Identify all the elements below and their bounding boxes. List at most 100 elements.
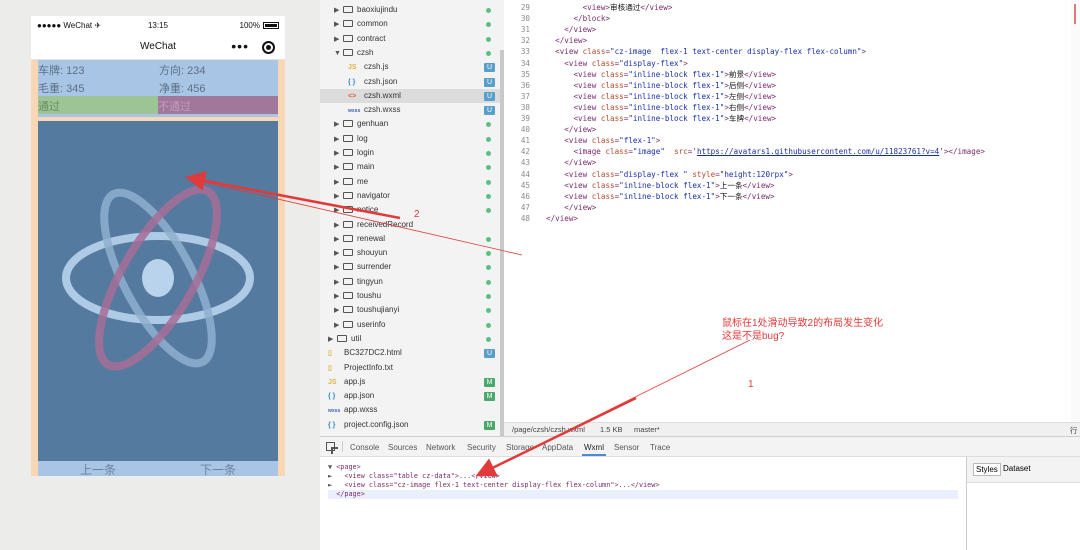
file-tree-item[interactable]: ▶ genhuan	[334, 117, 492, 131]
file-tree-item[interactable]: ▶ notice	[334, 203, 492, 217]
tab-security[interactable]: Security	[467, 443, 496, 452]
code-token: <view	[555, 47, 583, 57]
file-tree-item[interactable]: ▶ me	[334, 175, 492, 189]
table-row: 毛重: 345 净重: 456	[38, 78, 278, 96]
file-tree-item[interactable]: { } app.json	[328, 389, 492, 403]
expand-down-icon[interactable]: ▼	[328, 463, 336, 471]
code-editor[interactable]: 29 <view>审核通过</view> 30 </block> 31 </view…	[504, 0, 1080, 422]
dom-node[interactable]: ► <view class="table cz-data">...</view>	[328, 472, 500, 481]
file-tree-item[interactable]: JS czsh.js	[348, 60, 492, 74]
code-token: 上一条	[719, 180, 743, 190]
file-tree-item[interactable]: ▶ contract	[334, 32, 492, 46]
next-record-button[interactable]: 下一条	[158, 461, 278, 476]
file-tree-label: ProjectInfo.txt	[344, 362, 393, 372]
dom-node[interactable]: ► <view class="cz-image flex-1 text-cent…	[328, 481, 659, 490]
more-menu-icon[interactable]: •••	[231, 38, 249, 54]
tab-appdata[interactable]: AppData	[542, 443, 573, 452]
chevron-right-icon[interactable]: ▶	[334, 4, 343, 18]
folder-icon	[343, 48, 353, 56]
file-tree-item[interactable]: ▶ util	[328, 332, 492, 346]
tab-console[interactable]: Console	[350, 443, 379, 452]
chevron-right-icon[interactable]: ▶	[334, 247, 343, 261]
code-line: 37 <view class="inline-block flex-1">左侧<…	[504, 91, 776, 102]
chevron-right-icon[interactable]: ▶	[334, 161, 343, 175]
tab-trace[interactable]: Trace	[650, 443, 670, 452]
code-token: "inline-block flex-1"	[628, 91, 725, 101]
pass-button[interactable]: 通过	[38, 96, 158, 114]
tab-storage[interactable]: Storage	[506, 443, 534, 452]
file-tree-label: czsh.json	[364, 76, 398, 86]
file-tree-label: app.js	[344, 376, 366, 386]
file-tree-item[interactable]: wxss app.wxss	[328, 403, 492, 417]
dom-node[interactable]: </page>	[328, 490, 958, 499]
file-tree-item[interactable]: ▶ tingyun	[334, 275, 492, 289]
file-tree-item[interactable]: ▶ main	[334, 160, 492, 174]
close-capsule-icon[interactable]	[262, 41, 275, 54]
file-tree-item[interactable]: ▶ receivedRecord	[334, 218, 492, 232]
tab-network[interactable]: Network	[426, 443, 455, 452]
file-tree-item[interactable]: { } project.config.json	[328, 418, 492, 432]
dom-node-text: <view class="cz-image flex-1 text-center…	[336, 481, 660, 489]
file-tree-item[interactable]: ▼ czsh	[334, 46, 492, 60]
reject-button[interactable]: 不通过	[158, 96, 278, 114]
file-tree-item[interactable]: JS app.js	[328, 375, 492, 389]
page-content: 车牌: 123 方向: 234 毛重: 345 净重: 456 通过 不通过 上…	[31, 60, 285, 476]
cz-image-area[interactable]	[38, 121, 278, 461]
chevron-right-icon[interactable]: ▶	[334, 261, 343, 275]
file-tree-item[interactable]: ▶ baoxiujindu	[334, 3, 492, 17]
chevron-right-icon[interactable]: ▶	[334, 290, 343, 304]
tab-dataset[interactable]: Dataset	[1001, 463, 1033, 474]
file-tree-item[interactable]: ▶ shouyun	[334, 246, 492, 260]
chevron-right-icon[interactable]: ▶	[334, 190, 343, 204]
chevron-right-icon[interactable]: ▶	[334, 276, 343, 290]
chevron-right-icon[interactable]: ▶	[334, 147, 343, 161]
chevron-right-icon[interactable]: ▶	[334, 176, 343, 190]
tab-styles[interactable]: Styles	[973, 463, 1001, 476]
tab-sources[interactable]: Sources	[388, 443, 417, 452]
file-tree-item[interactable]: wxss czsh.wxss	[348, 103, 492, 117]
tab-sensor[interactable]: Sensor	[614, 443, 639, 452]
expand-right-icon[interactable]: ►	[328, 481, 336, 489]
git-branch[interactable]: master*	[634, 425, 660, 434]
chevron-right-icon[interactable]: ▶	[334, 319, 343, 333]
direction-cell: 方向: 234	[159, 65, 206, 77]
editor-scrollbar[interactable]	[1071, 0, 1080, 422]
file-tree-item[interactable]: ▶ renewal	[334, 232, 492, 246]
chevron-right-icon[interactable]: ▶	[334, 18, 343, 32]
chevron-right-icon[interactable]: ▶	[334, 133, 343, 147]
dom-node[interactable]: ▼ <page>	[328, 463, 361, 472]
line-number: 31	[520, 25, 530, 35]
chevron-right-icon[interactable]: ▶	[334, 118, 343, 132]
file-tree-item[interactable]: ▯ BC327DC2.html	[328, 346, 492, 360]
file-tree-item[interactable]: ▶ surrender	[334, 260, 492, 274]
inspect-element-icon[interactable]	[326, 442, 338, 454]
file-tree-item[interactable]: { } czsh.json	[348, 75, 492, 89]
chevron-right-icon[interactable]: ▶	[334, 204, 343, 218]
file-tree-item[interactable]: ▶ userinfo	[334, 318, 492, 332]
chevron-right-icon[interactable]: ▶	[334, 233, 343, 247]
prev-record-button[interactable]: 上一条	[38, 461, 158, 476]
file-tree-item[interactable]: ▶ log	[334, 132, 492, 146]
file-tree-item[interactable]: ▶ toushu	[334, 289, 492, 303]
file-tree-item[interactable]: <> czsh.wxml	[320, 88, 500, 103]
code-token: >	[788, 169, 793, 179]
chevron-down-icon[interactable]: ▼	[334, 47, 343, 61]
file-tree-item[interactable]: ▶ navigator	[334, 189, 492, 203]
tab-wxml[interactable]: Wxml	[582, 443, 606, 456]
chevron-right-icon[interactable]: ▶	[334, 33, 343, 47]
chevron-right-icon[interactable]: ▶	[334, 304, 343, 318]
file-tree-label: czsh	[357, 47, 374, 57]
file-tree-label: surrender	[357, 262, 392, 272]
code-line: 46 <view class="inline-block flex-1">下一条…	[504, 191, 775, 202]
expand-right-icon[interactable]: ►	[328, 472, 336, 480]
code-token: class	[591, 58, 615, 68]
file-tree-item[interactable]: ▯ ProjectInfo.txt	[328, 361, 492, 375]
react-logo-image	[62, 185, 254, 371]
chevron-right-icon[interactable]: ▶	[328, 333, 337, 347]
file-tree-item[interactable]: ▶ common	[334, 17, 492, 31]
file-tree-label: czsh.js	[364, 62, 389, 72]
file-tree-item[interactable]: ▶ login	[334, 146, 492, 160]
chevron-right-icon[interactable]: ▶	[334, 219, 343, 233]
file-tree-item[interactable]: ▶ toushujianyi	[334, 303, 492, 317]
code-token: 右侧	[728, 102, 745, 112]
